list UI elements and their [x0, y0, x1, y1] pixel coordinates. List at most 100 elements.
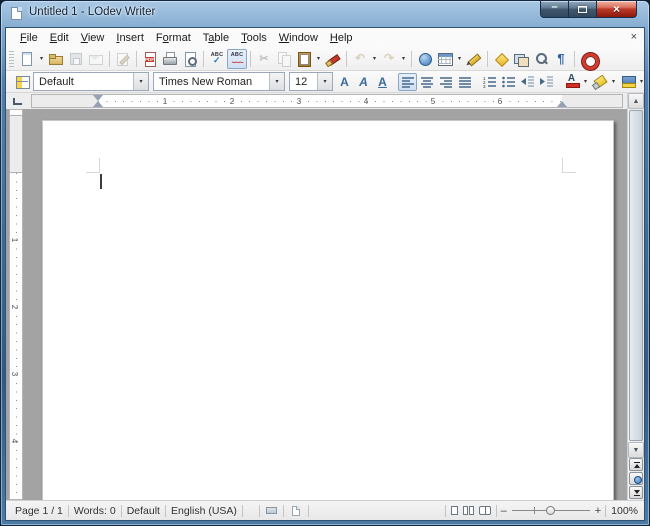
navigator-button[interactable] [491, 49, 511, 69]
cut-button[interactable]: ✂ [254, 49, 274, 69]
navigation-button[interactable] [629, 472, 643, 485]
font-name-combobox[interactable]: Times New Roman ▾ [153, 72, 285, 91]
background-color-button[interactable] [618, 73, 637, 91]
insert-table-button[interactable] [435, 49, 455, 69]
paste-button[interactable] [294, 49, 314, 69]
zoom-slider-handle[interactable] [545, 506, 555, 515]
tab-stop-selector[interactable] [10, 95, 23, 107]
print-preview-button[interactable] [180, 49, 200, 69]
clone-formatting-button[interactable] [323, 49, 343, 69]
highlighting-dropdown[interactable]: ▾ [609, 72, 618, 92]
auto-spellcheck-button[interactable]: ABC ~~~ [227, 48, 247, 69]
statusbar-separator [258, 504, 260, 517]
font-color-dropdown[interactable]: ▾ [581, 72, 590, 92]
draw-functions-button[interactable] [464, 49, 484, 69]
toolbar-separator [346, 50, 347, 67]
underline-button[interactable]: A [373, 73, 392, 91]
background-color-dropdown[interactable]: ▾ [637, 72, 644, 92]
justify-button[interactable] [455, 73, 474, 91]
save-button[interactable] [66, 49, 86, 69]
undo-button[interactable]: ↶ [350, 49, 370, 69]
menu-insert[interactable]: Insert [110, 30, 150, 46]
close-document-button[interactable]: × [631, 30, 637, 44]
right-indent-marker[interactable] [557, 101, 567, 107]
insert-table-dropdown[interactable]: ▾ [455, 49, 464, 69]
menu-tools[interactable]: Tools [235, 30, 273, 46]
vertical-scrollbar[interactable]: ▲ ▼ [627, 93, 644, 500]
hyperlink-button[interactable] [415, 49, 435, 69]
send-email-button[interactable] [86, 49, 106, 69]
export-pdf-button[interactable]: PDF [140, 49, 160, 69]
spelling-button[interactable]: ABC ✓ [207, 49, 227, 69]
minimize-button[interactable]: – [540, 1, 569, 18]
bullet-list-button[interactable] [499, 73, 518, 91]
align-right-button[interactable] [436, 73, 455, 91]
zoom-out-button[interactable]: – [501, 505, 507, 516]
increase-indent-button[interactable] [537, 73, 556, 91]
highlighting-button[interactable] [590, 73, 609, 91]
menu-window[interactable]: Window [273, 30, 324, 46]
scroll-up-button[interactable]: ▲ [628, 93, 644, 109]
close-button[interactable]: × [596, 1, 637, 18]
font-name-dropdown[interactable]: ▾ [269, 73, 284, 90]
bold-button[interactable]: A [335, 73, 354, 91]
new-document-dropdown[interactable]: ▾ [37, 49, 46, 69]
decrease-indent-button[interactable] [518, 73, 537, 91]
italic-button[interactable]: A [354, 73, 373, 91]
gallery-button[interactable] [511, 49, 531, 69]
maximize-button[interactable] [569, 1, 596, 18]
undo-dropdown[interactable]: ▾ [370, 49, 379, 69]
styles-button[interactable] [12, 73, 31, 91]
page-count-field[interactable]: Page 1 / 1 [10, 505, 68, 517]
align-center-button[interactable] [417, 73, 436, 91]
formatting-marks-button[interactable]: ¶ [551, 49, 571, 69]
copy-button[interactable] [274, 49, 294, 69]
document-page[interactable] [42, 120, 614, 500]
align-left-button[interactable] [398, 72, 417, 91]
redo-dropdown[interactable]: ▾ [399, 49, 408, 69]
left-indent-marker[interactable] [93, 101, 103, 107]
close-icon: × [612, 2, 620, 16]
scrollbar-track[interactable] [628, 110, 644, 441]
redo-button[interactable]: ↷ [379, 49, 399, 69]
ruler-number: 1 [10, 237, 20, 243]
paragraph-style-combobox[interactable]: Default ▾ [33, 72, 149, 91]
next-page-button[interactable] [629, 486, 643, 499]
menu-help[interactable]: Help [324, 30, 359, 46]
open-button[interactable] [46, 49, 66, 69]
font-size-dropdown[interactable]: ▾ [317, 73, 332, 90]
previous-page-button[interactable] [629, 458, 643, 471]
zoom-button[interactable] [531, 49, 551, 69]
menu-table[interactable]: Table [197, 30, 235, 46]
zoom-level-value[interactable]: 100% [606, 505, 640, 517]
horizontal-ruler[interactable]: 1 2 3 4 5 6 [31, 94, 623, 108]
multi-page-view-icon[interactable] [462, 506, 474, 515]
zoom-slider[interactable] [511, 505, 590, 516]
selection-mode-icon[interactable] [265, 507, 277, 514]
menu-file[interactable]: File [14, 30, 44, 46]
scroll-down-button[interactable]: ▼ [628, 442, 644, 458]
zoom-in-button[interactable]: + [595, 505, 601, 516]
paste-dropdown[interactable]: ▾ [314, 49, 323, 69]
page-style-field[interactable]: Default [122, 505, 165, 517]
scrollbar-thumb[interactable] [629, 110, 643, 441]
menu-format[interactable]: Format [150, 30, 197, 46]
menu-edit[interactable]: Edit [44, 30, 75, 46]
titlebar[interactable]: Untitled 1 - LOdev Writer – × [1, 1, 649, 27]
menu-view[interactable]: View [75, 30, 111, 46]
print-button[interactable] [160, 49, 180, 69]
numbered-list-button[interactable]: 123 [480, 73, 499, 91]
font-color-button[interactable]: A [562, 73, 581, 91]
book-view-icon[interactable] [478, 506, 491, 515]
paragraph-style-dropdown[interactable]: ▾ [133, 73, 148, 90]
single-page-view-icon[interactable] [450, 506, 458, 515]
help-button[interactable] [578, 49, 599, 70]
toolbar-grip[interactable] [9, 50, 14, 67]
word-count-field[interactable]: Words: 0 [69, 505, 121, 517]
edit-mode-button[interactable] [113, 49, 133, 69]
language-field[interactable]: English (USA) [166, 505, 242, 517]
vertical-ruler[interactable]: 1 2 3 4 [9, 109, 23, 500]
font-size-combobox[interactable]: 12 ▾ [289, 72, 333, 91]
document-modified-icon[interactable] [291, 505, 300, 516]
new-document-button[interactable] [17, 49, 37, 69]
